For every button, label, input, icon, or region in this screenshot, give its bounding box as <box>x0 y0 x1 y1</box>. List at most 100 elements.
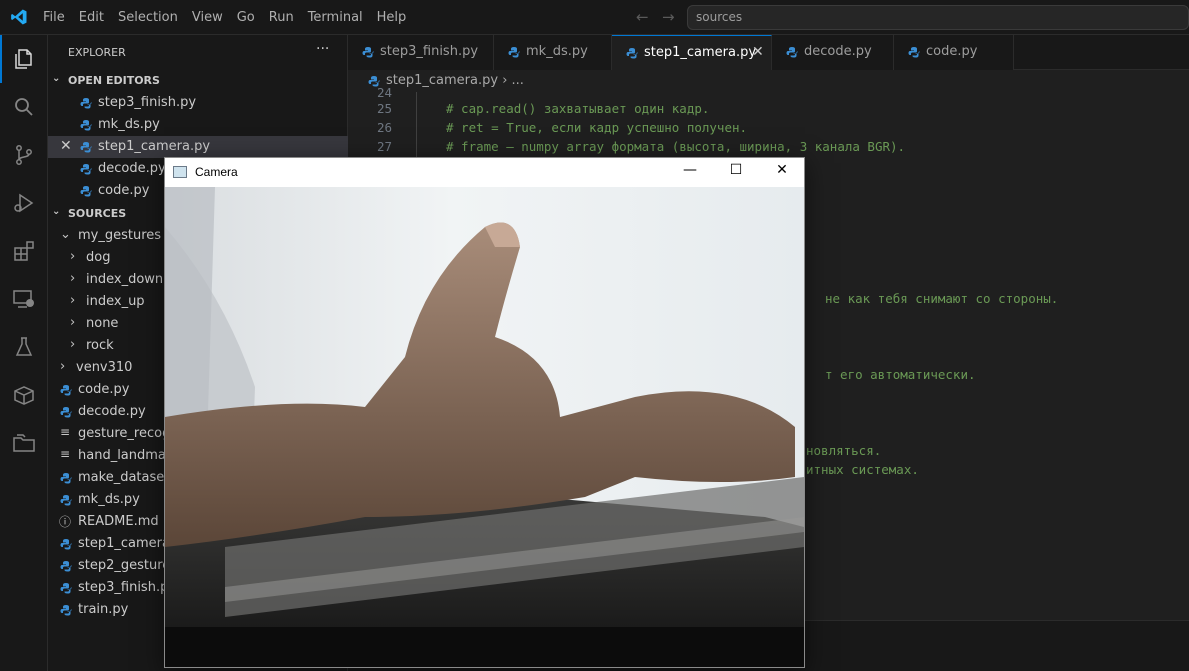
menu-go[interactable]: Go <box>230 0 262 35</box>
remote-explorer-icon <box>13 290 34 308</box>
menu-file[interactable]: File <box>36 0 72 35</box>
testing-activity[interactable] <box>0 323 48 371</box>
menu-run[interactable]: Run <box>262 0 301 35</box>
editor-tabs: step3_finish.py mk_ds.py step1_camera.py ✕ d… <box>348 35 1189 70</box>
chevron-down-icon: ⌄ <box>52 206 61 217</box>
testing-icon <box>15 337 33 356</box>
python-file-icon <box>80 186 92 197</box>
command-center-search[interactable]: sources <box>687 5 1189 30</box>
open-editor-item[interactable]: ✕ step1_camera.py <box>48 136 348 158</box>
chevron-right-icon: › <box>70 249 76 264</box>
chevron-right-icon: › <box>70 271 76 286</box>
open-editor-item[interactable]: step3_finish.py <box>48 92 348 114</box>
camera-titlebar[interactable]: Camera — ☐ ✕ <box>165 158 804 187</box>
python-file-icon <box>80 164 92 175</box>
extensions-activity[interactable] <box>0 227 48 275</box>
vscode-logo-icon <box>11 9 27 25</box>
tab-step3_finish-py[interactable]: step3_finish.py <box>348 35 494 70</box>
python-file-icon <box>362 47 374 58</box>
activity-bar <box>0 35 48 671</box>
chevron-down-icon: ⌄ <box>60 227 71 242</box>
breadcrumb-file[interactable]: step1_camera.py <box>386 73 498 88</box>
extensions-icon <box>14 241 34 261</box>
open-editor-label: decode.py <box>98 161 166 176</box>
python-file-icon <box>626 48 638 59</box>
python-file-icon <box>508 47 520 58</box>
breadcrumb-symbol[interactable]: ... <box>512 73 524 88</box>
search-value: sources <box>696 10 743 24</box>
python-file-icon <box>908 47 920 58</box>
open-editor-label: code.py <box>98 183 150 198</box>
chevron-right-icon: › <box>70 315 76 330</box>
python-file-icon <box>60 385 72 396</box>
python-file-icon <box>80 142 92 153</box>
search-icon <box>15 98 33 116</box>
camera-feed <box>165 187 804 667</box>
code-comment: # cap.read() захватывает один кадр. <box>446 101 710 116</box>
files-icon <box>15 49 32 69</box>
python-file-icon <box>60 473 72 484</box>
minimize-button[interactable]: — <box>680 162 700 182</box>
camera-window[interactable]: Camera — ☐ ✕ <box>164 157 805 668</box>
run-debug-icon <box>14 193 34 213</box>
line-number: 27 <box>376 139 392 154</box>
chevron-right-icon: › <box>70 337 76 352</box>
remote-explorer-activity[interactable] <box>0 275 48 323</box>
code-comment: # ret = True, если кадр успешно получен. <box>446 120 748 135</box>
python-file-icon <box>60 583 72 594</box>
line-number: 26 <box>376 120 392 135</box>
open-editors-header[interactable]: ⌄ OPEN EDITORS <box>48 70 348 92</box>
chevron-down-icon: ⌄ <box>52 73 61 84</box>
breadcrumb: step1_camera.py › ... <box>348 70 1189 92</box>
window-app-icon <box>173 166 187 178</box>
chevron-right-icon: › <box>70 293 76 308</box>
folders-activity[interactable] <box>0 419 48 467</box>
source-control-icon <box>16 145 32 165</box>
back-arrow-icon[interactable]: ← <box>636 8 649 26</box>
more-actions-icon[interactable]: ··· <box>316 41 329 57</box>
menu-edit[interactable]: Edit <box>72 0 111 35</box>
python-file-icon <box>60 407 72 418</box>
packages-activity[interactable] <box>0 371 48 419</box>
run-debug-activity[interactable] <box>0 179 48 227</box>
close-icon[interactable]: ✕ <box>60 138 72 154</box>
menu-view[interactable]: View <box>185 0 230 35</box>
python-file-icon <box>60 561 72 572</box>
menu-terminal[interactable]: Terminal <box>301 0 370 35</box>
open-editor-item[interactable]: mk_ds.py <box>48 114 348 136</box>
camera-frame-image <box>165 187 804 667</box>
packages-icon <box>14 386 34 405</box>
code-comment-fragment: новляться. <box>806 443 882 458</box>
line-number: 24 <box>376 85 392 100</box>
code-comment-fragment: итных системах. <box>806 462 919 477</box>
open-editor-label: step3_finish.py <box>98 95 197 110</box>
title-bar: File Edit Selection View Go Run Terminal… <box>0 0 1189 35</box>
forward-arrow-icon[interactable]: → <box>662 8 675 26</box>
python-file-icon <box>786 47 798 58</box>
menu-selection[interactable]: Selection <box>111 0 185 35</box>
python-file-icon <box>80 120 92 131</box>
code-comment-fragment: не как тебя снимают со стороны. <box>825 291 1059 306</box>
tab-code-py[interactable]: code.py <box>894 35 1014 70</box>
code-comment: # frame — numpy array формата (высота, ш… <box>446 139 906 154</box>
menu-help[interactable]: Help <box>370 0 414 35</box>
search-activity[interactable] <box>0 83 48 131</box>
menu-bar: File Edit Selection View Go Run Terminal… <box>36 0 413 35</box>
open-editor-label: step1_camera.py <box>98 139 211 154</box>
close-icon[interactable]: ✕ <box>752 44 764 60</box>
explorer-title: EXPLORER <box>68 46 126 59</box>
maximize-button[interactable]: ☐ <box>726 162 746 182</box>
close-button[interactable]: ✕ <box>772 162 792 182</box>
tab-step1_camera-py[interactable]: step1_camera.py ✕ <box>612 35 772 70</box>
text-file-icon: ≡ <box>60 447 71 461</box>
tab-mk_ds-py[interactable]: mk_ds.py <box>494 35 612 70</box>
code-comment-fragment: т его автоматически. <box>825 367 976 382</box>
camera-window-title: Camera <box>195 165 238 179</box>
source-control-activity[interactable] <box>0 131 48 179</box>
python-file-icon <box>80 98 92 109</box>
text-file-icon: ≡ <box>60 425 71 439</box>
folders-icon <box>13 434 35 452</box>
explorer-activity[interactable] <box>0 35 48 83</box>
tab-decode-py[interactable]: decode.py <box>772 35 894 70</box>
python-file-icon <box>60 495 72 506</box>
